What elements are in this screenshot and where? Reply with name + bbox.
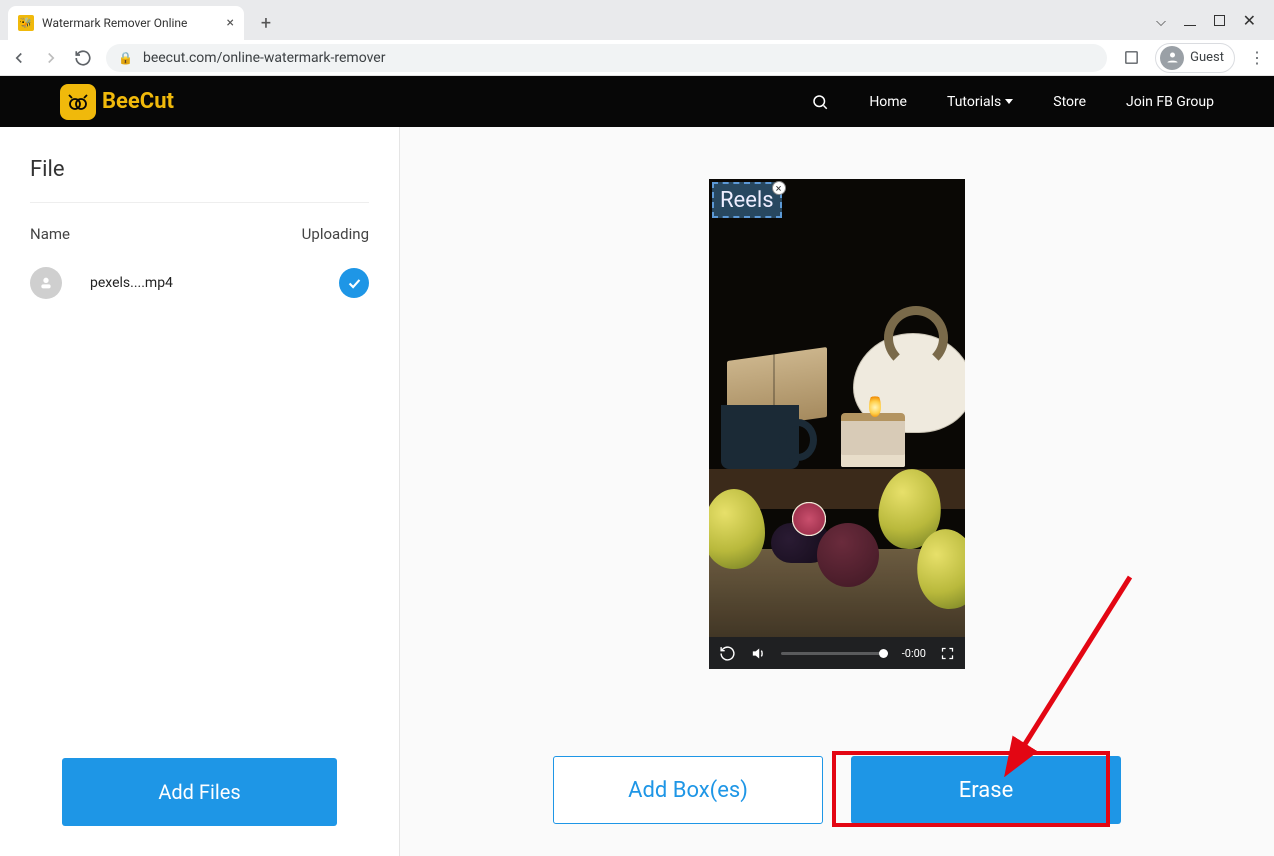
nav-tutorials[interactable]: Tutorials <box>947 94 1013 110</box>
address-bar[interactable]: 🔒 beecut.com/online-watermark-remover <box>106 44 1107 72</box>
close-window-icon[interactable]: ✕ <box>1243 13 1256 29</box>
nav-home[interactable]: Home <box>869 94 907 110</box>
chevron-down-icon <box>1005 99 1013 104</box>
window-controls: ✕ <box>1156 11 1274 40</box>
nav-tutorials-label: Tutorials <box>947 94 1001 110</box>
site-header: BeeCut Home Tutorials Store Join FB Grou… <box>0 76 1274 127</box>
extensions-icon[interactable] <box>1121 49 1141 66</box>
brand-name: BeeCut <box>102 89 174 114</box>
video-preview: Reels × -0:00 <box>709 179 965 669</box>
chevron-down-icon[interactable] <box>1156 11 1166 30</box>
back-icon[interactable] <box>10 49 28 67</box>
progress-slider[interactable] <box>781 652 888 655</box>
logo-mark-icon <box>60 84 96 120</box>
erase-button[interactable]: Erase <box>851 756 1121 824</box>
col-name: Name <box>30 225 70 243</box>
forward-icon[interactable] <box>42 49 60 67</box>
browser-tab[interactable]: 🐝 Watermark Remover Online × <box>8 6 244 40</box>
minimize-icon[interactable] <box>1184 11 1196 30</box>
volume-icon[interactable] <box>750 645 767 662</box>
upload-success-icon <box>339 268 369 298</box>
tab-favicon: 🐝 <box>18 15 34 31</box>
close-tab-icon[interactable]: × <box>227 15 234 31</box>
col-status: Uploading <box>302 225 369 243</box>
maximize-icon[interactable] <box>1214 11 1225 30</box>
brand-logo[interactable]: BeeCut <box>60 84 174 120</box>
nav-store[interactable]: Store <box>1053 94 1086 110</box>
video-still-illustration <box>709 179 965 637</box>
app-body: File Name Uploading pexels....mp4 Add Fi… <box>0 127 1274 856</box>
lock-icon: 🔒 <box>118 51 133 65</box>
tab-title: Watermark Remover Online <box>42 16 187 30</box>
video-controls: -0:00 <box>709 637 965 669</box>
file-sidebar: File Name Uploading pexels....mp4 Add Fi… <box>0 127 400 856</box>
guest-avatar-icon <box>1160 46 1184 70</box>
video-frame[interactable]: Reels × <box>709 179 965 637</box>
file-row[interactable]: pexels....mp4 <box>30 267 369 299</box>
site-nav: Home Tutorials Store Join FB Group <box>811 93 1214 111</box>
watermark-text: Reels <box>720 188 774 213</box>
sidebar-title: File <box>30 157 369 203</box>
add-boxes-button[interactable]: Add Box(es) <box>553 756 823 824</box>
file-type-icon <box>30 267 62 299</box>
action-buttons: Add Box(es) Erase <box>553 756 1121 824</box>
annotation-arrow-icon <box>980 567 1150 777</box>
replay-icon[interactable] <box>719 645 736 662</box>
browser-toolbar: 🔒 beecut.com/online-watermark-remover Gu… <box>0 40 1274 76</box>
reload-icon[interactable] <box>74 49 92 67</box>
url-text: beecut.com/online-watermark-remover <box>143 50 385 66</box>
add-files-button[interactable]: Add Files <box>62 758 337 826</box>
browser-titlebar: 🐝 Watermark Remover Online × + ✕ <box>0 0 1274 40</box>
kebab-menu-icon[interactable]: ⋮ <box>1249 48 1264 67</box>
time-remaining: -0:00 <box>902 647 926 660</box>
editor-canvas: Reels × -0:00 Add Box(es) Erase <box>400 127 1274 856</box>
search-icon[interactable] <box>811 93 829 111</box>
new-tab-button[interactable]: + <box>252 9 280 37</box>
remove-box-icon[interactable]: × <box>772 181 786 195</box>
guest-label: Guest <box>1190 50 1224 65</box>
file-name: pexels....mp4 <box>90 275 173 291</box>
nav-fb-group[interactable]: Join FB Group <box>1126 94 1214 110</box>
file-list-header: Name Uploading <box>30 225 369 243</box>
profile-chip[interactable]: Guest <box>1155 43 1235 73</box>
watermark-selection-box[interactable]: Reels × <box>712 182 782 218</box>
fullscreen-icon[interactable] <box>940 646 955 661</box>
